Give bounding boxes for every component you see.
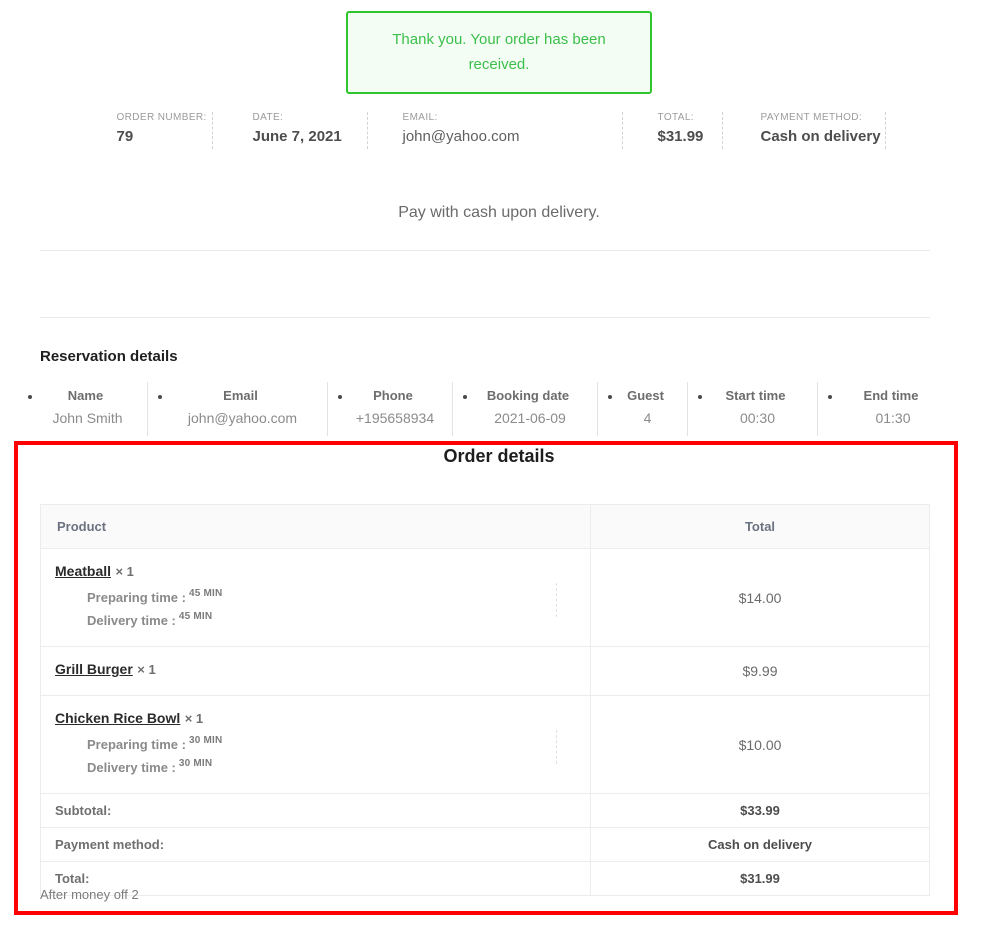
table-row: Grill Burger × 1 $9.99 — [40, 646, 930, 696]
preparing-time-line: Preparing time :30 MIN — [87, 731, 574, 754]
delivery-time-line: Delivery time :45 MIN — [87, 607, 574, 630]
reservation-field-label: Email — [223, 388, 258, 403]
reservation-field-guest: Guest 4 — [598, 382, 688, 436]
delivery-time-label: Delivery time : — [87, 613, 176, 628]
product-meta-list: Preparing time :45 MIN Delivery time :45… — [55, 584, 574, 630]
reservation-field-end-time: End time 01:30 — [818, 382, 958, 436]
order-meta-value: June 7, 2021 — [252, 128, 342, 145]
product-total: $9.99 — [590, 646, 930, 696]
order-meta-label: TOTAL: — [657, 112, 694, 123]
order-meta-value: Cash on delivery — [760, 128, 881, 145]
reservation-details-row: Name John Smith Email john@yahoo.com Pho… — [18, 382, 978, 436]
meta-divider — [556, 583, 558, 617]
section-divider-top — [40, 250, 930, 251]
reservation-field-start-time: Start time 00:30 — [688, 382, 818, 436]
order-meta-label: DATE: — [252, 112, 284, 123]
reservation-field-value: 4 — [643, 410, 652, 426]
product-quantity: × 1 — [115, 564, 134, 579]
payment-instruction-text: Pay with cash upon delivery. — [398, 204, 600, 221]
preparing-time-line: Preparing time :45 MIN — [87, 584, 574, 607]
bullet-icon — [338, 395, 342, 399]
product-name-link[interactable]: Chicken Rice Bowl — [55, 710, 180, 726]
reservation-field-label: End time — [863, 388, 919, 403]
section-divider-bottom — [40, 317, 930, 318]
product-quantity: × 1 — [184, 711, 204, 726]
order-meta-payment-method: PAYMENT METHOD: Cash on delivery — [723, 112, 886, 149]
product-meta-list: Preparing time :30 MIN Delivery time :30… — [55, 731, 574, 777]
product-cell: Chicken Rice Bowl × 1 Preparing time :30… — [40, 695, 591, 794]
order-meta-order-number: ORDER NUMBER: 79 — [113, 112, 213, 149]
product-name-link[interactable]: Grill Burger — [55, 661, 133, 677]
product-total: $10.00 — [590, 695, 930, 794]
delivery-time-label: Delivery time : — [87, 760, 176, 775]
product-name-link[interactable]: Meatball — [55, 563, 111, 579]
table-row: Chicken Rice Bowl × 1 Preparing time :30… — [40, 695, 930, 794]
preparing-time-value: 30 MIN — [188, 735, 223, 746]
order-meta-email: EMAIL: john@yahoo.com — [368, 112, 623, 149]
reservation-field-label: Start time — [725, 388, 786, 403]
totals-value: Cash on delivery — [590, 827, 930, 862]
reservation-field-label: Phone — [373, 388, 413, 403]
order-table-head: Product Total — [40, 504, 930, 549]
order-meta-label: EMAIL: — [402, 112, 438, 123]
reservation-field-value: john@yahoo.com — [187, 410, 298, 426]
delivery-time-line: Delivery time :30 MIN — [87, 754, 574, 777]
preparing-time-label: Preparing time : — [87, 590, 186, 605]
totals-label: Subtotal: — [40, 793, 591, 828]
preparing-time-label: Preparing time : — [87, 737, 186, 752]
order-meta-label: ORDER NUMBER: — [116, 112, 207, 123]
table-row: Meatball × 1 Preparing time :45 MIN Deli… — [40, 548, 930, 647]
order-meta-total: TOTAL: $31.99 — [623, 112, 723, 149]
reservation-field-value: John Smith — [52, 410, 123, 426]
column-header-total: Total — [590, 504, 930, 549]
bullet-icon — [828, 395, 832, 399]
reservation-field-value: 00:30 — [739, 410, 776, 426]
product-total: $14.00 — [590, 548, 930, 647]
reservation-field-value: +195658934 — [355, 410, 435, 426]
order-table-header-row: Product Total — [40, 504, 930, 549]
product-quantity: × 1 — [137, 662, 156, 677]
bullet-icon — [463, 395, 467, 399]
bullet-icon — [28, 395, 32, 399]
totals-row-payment-method: Payment method: Cash on delivery — [40, 827, 930, 862]
bullet-icon — [158, 395, 162, 399]
order-summary-bar: ORDER NUMBER: 79 DATE: June 7, 2021 EMAI… — [0, 112, 998, 149]
totals-value: $33.99 — [590, 793, 930, 828]
totals-value: $31.99 — [590, 861, 930, 896]
bullet-icon — [698, 395, 702, 399]
reservation-field-email: Email john@yahoo.com — [148, 382, 328, 436]
reservation-details-heading: Reservation details — [40, 348, 178, 365]
bullet-icon — [608, 395, 612, 399]
reservation-field-phone: Phone +195658934 — [328, 382, 453, 436]
reservation-field-name: Name John Smith — [18, 382, 148, 436]
order-details-table: Product Total Meatball × 1 Preparing tim… — [40, 504, 930, 896]
totals-label: Payment method: — [40, 827, 591, 862]
order-meta-value: 79 — [116, 128, 134, 145]
reservation-field-value: 01:30 — [875, 410, 911, 426]
order-received-notice: Thank you. Your order has been received. — [346, 11, 652, 94]
meta-divider — [556, 730, 558, 764]
order-meta-label: PAYMENT METHOD: — [760, 112, 863, 123]
delivery-time-value: 30 MIN — [178, 758, 213, 769]
product-cell: Meatball × 1 Preparing time :45 MIN Deli… — [40, 548, 591, 647]
product-cell: Grill Burger × 1 — [40, 646, 591, 696]
order-meta-value: $31.99 — [657, 128, 704, 145]
reservation-field-label: Name — [67, 388, 104, 403]
order-meta-value: john@yahoo.com — [402, 128, 520, 145]
delivery-time-value: 45 MIN — [178, 611, 213, 622]
totals-row-total: Total: $31.99 — [40, 861, 930, 896]
order-details-heading: Order details — [443, 446, 555, 466]
reservation-field-booking-date: Booking date 2021-06-09 — [453, 382, 598, 436]
preparing-time-value: 45 MIN — [188, 588, 223, 599]
totals-row-subtotal: Subtotal: $33.99 — [40, 793, 930, 828]
order-footnote: After money off 2 — [40, 887, 139, 902]
notice-banner-wrap: Thank you. Your order has been received. — [0, 0, 998, 94]
column-header-product: Product — [40, 504, 591, 549]
order-meta-date: DATE: June 7, 2021 — [213, 112, 368, 149]
reservation-field-value: 2021-06-09 — [494, 410, 566, 426]
order-table-body: Meatball × 1 Preparing time :45 MIN Deli… — [40, 548, 930, 896]
reservation-field-label: Booking date — [486, 388, 570, 403]
